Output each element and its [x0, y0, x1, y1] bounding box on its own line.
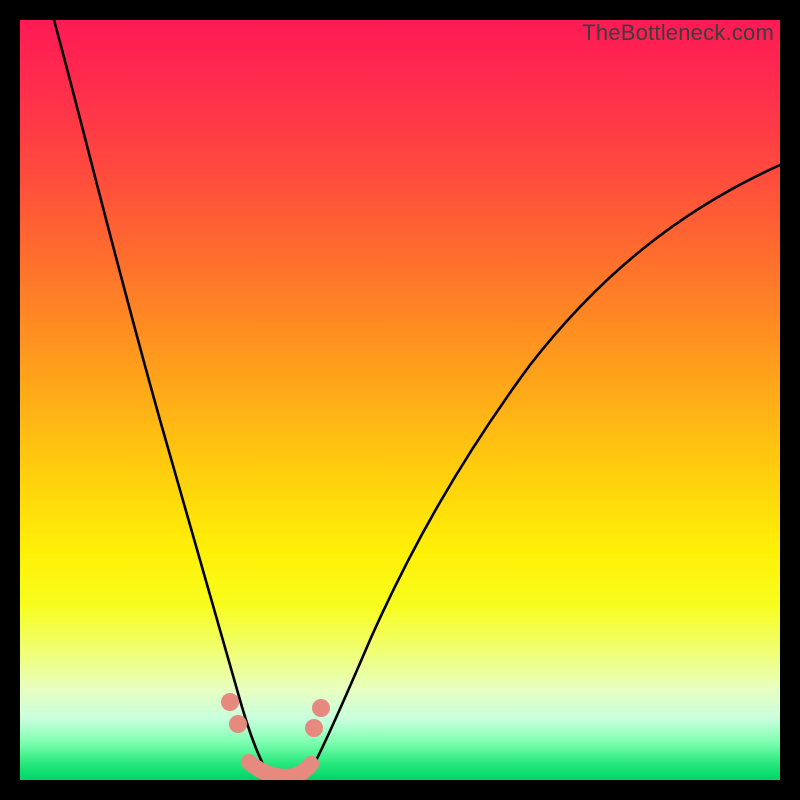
marker-dot: [229, 715, 247, 733]
left-curve: [54, 20, 265, 768]
trough-band: [249, 762, 311, 777]
marker-dot: [221, 693, 239, 711]
marker-dot: [312, 699, 330, 717]
right-curve: [312, 165, 780, 768]
chart-svg: [20, 20, 780, 780]
marker-dot: [305, 719, 323, 737]
chart-frame: TheBottleneck.com: [20, 20, 780, 780]
